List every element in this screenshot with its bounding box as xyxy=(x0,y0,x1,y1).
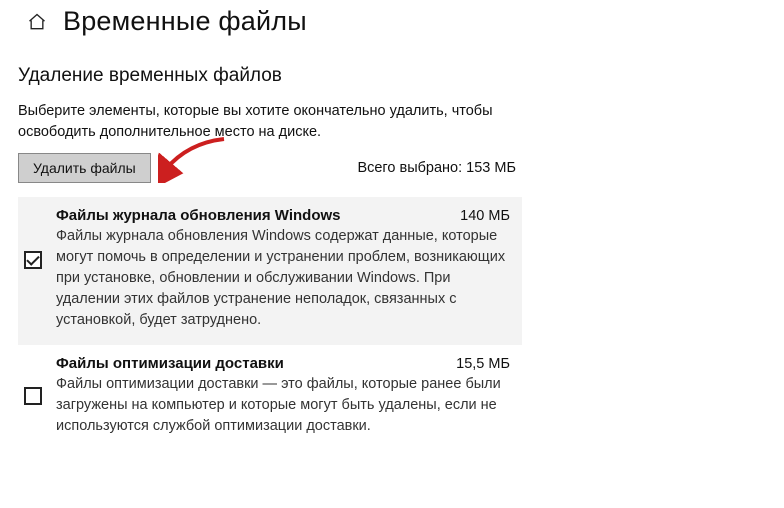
home-icon[interactable] xyxy=(27,12,47,32)
item-checkbox[interactable] xyxy=(24,251,42,269)
list-item: Файлы журнала обновления Windows 140 МБ … xyxy=(18,197,522,345)
delete-files-button[interactable]: Удалить файлы xyxy=(18,153,151,183)
total-selected-label: Всего выбрано: 153 МБ xyxy=(357,160,516,176)
section-heading: Удаление временных файлов xyxy=(18,65,522,87)
item-description: Файлы оптимизации доставки — это файлы, … xyxy=(56,374,510,437)
content: Удаление временных файлов Выберите элеме… xyxy=(0,47,540,451)
item-size: 140 МБ xyxy=(460,208,510,224)
instructions-text: Выберите элементы, которые вы хотите око… xyxy=(18,101,522,143)
item-list: Файлы журнала обновления Windows 140 МБ … xyxy=(18,197,522,451)
item-checkbox[interactable] xyxy=(24,387,42,405)
item-title: Файлы журнала обновления Windows xyxy=(56,207,341,224)
page-title: Временные файлы xyxy=(63,6,307,37)
item-size: 15,5 МБ xyxy=(456,356,510,372)
action-row: Удалить файлы Всего выбрано: 153 МБ xyxy=(18,153,522,183)
item-title: Файлы оптимизации доставки xyxy=(56,355,284,372)
list-item: Файлы оптимизации доставки 15,5 МБ Файлы… xyxy=(18,345,522,451)
header: Временные файлы xyxy=(0,0,784,47)
item-description: Файлы журнала обновления Windows содержа… xyxy=(56,226,510,331)
